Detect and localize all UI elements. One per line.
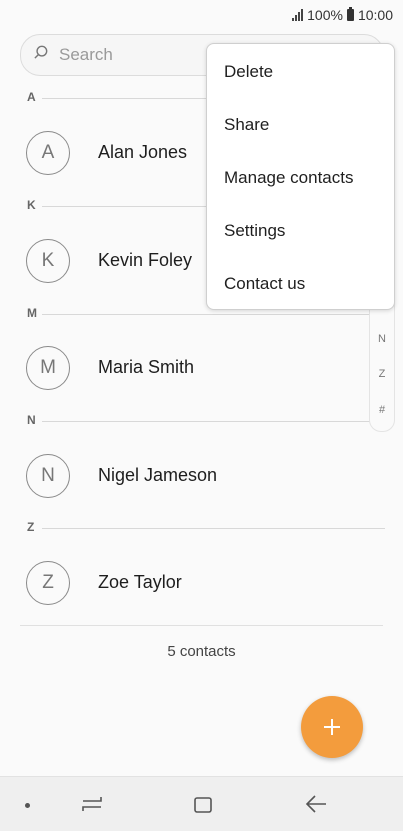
- section-letter: Z: [27, 520, 35, 534]
- section-divider: [42, 314, 385, 315]
- contact-name: Kevin Foley: [98, 250, 193, 270]
- section-letter: K: [27, 198, 36, 212]
- contact-row[interactable]: Z Zoe Taylor: [0, 553, 403, 613]
- back-icon[interactable]: [305, 794, 327, 814]
- add-contact-button[interactable]: [301, 696, 363, 758]
- recent-apps-icon[interactable]: [80, 795, 104, 813]
- menu-item-contact-us[interactable]: Contact us: [224, 274, 305, 294]
- nav-dot-icon[interactable]: [25, 803, 30, 808]
- status-bar: 100% 10:00: [0, 0, 403, 30]
- menu-item-manage-contacts[interactable]: Manage contacts: [224, 168, 353, 188]
- section-header-z: Z: [0, 520, 403, 537]
- section-header-m: M: [0, 306, 403, 323]
- section-letter: M: [27, 306, 37, 320]
- section-divider: [42, 528, 385, 529]
- contact-row[interactable]: N Nigel Jameson: [0, 446, 403, 506]
- avatar: M: [26, 346, 70, 390]
- avatar: A: [26, 131, 70, 175]
- list-end-divider: [20, 625, 383, 626]
- status-right: 100% 10:00: [292, 7, 393, 23]
- avatar: Z: [26, 561, 70, 605]
- menu-item-delete[interactable]: Delete: [224, 62, 273, 82]
- fast-scroll-letter[interactable]: Z: [370, 368, 394, 380]
- search-input[interactable]: Search: [59, 45, 113, 65]
- navigation-bar: [0, 776, 403, 831]
- contact-name: Nigel Jameson: [98, 465, 218, 485]
- menu-item-share[interactable]: Share: [224, 115, 269, 135]
- contact-name: Zoe Taylor: [98, 572, 182, 592]
- contact-name: Alan Jones: [98, 142, 188, 162]
- fast-scroll-letter[interactable]: N: [370, 333, 394, 345]
- fast-scroll-index[interactable]: N Z #: [369, 300, 395, 432]
- battery-icon: [346, 7, 354, 21]
- overflow-menu: Delete Share Manage contacts Settings Co…: [206, 43, 395, 310]
- fast-scroll-letter[interactable]: #: [370, 404, 394, 416]
- section-divider: [42, 421, 385, 422]
- search-icon: [34, 45, 48, 59]
- contact-count: 5 contacts: [167, 643, 236, 660]
- battery-percent: 100%: [307, 7, 343, 23]
- clock: 10:00: [357, 7, 393, 23]
- section-letter: N: [27, 413, 36, 427]
- contact-row[interactable]: M Maria Smith: [0, 338, 403, 398]
- signal-icon: [292, 9, 304, 21]
- section-header-n: N: [0, 413, 403, 430]
- avatar: K: [26, 239, 70, 283]
- contact-name: Maria Smith: [98, 357, 195, 377]
- avatar: N: [26, 454, 70, 498]
- section-letter: A: [27, 90, 36, 104]
- home-icon[interactable]: [194, 797, 212, 813]
- menu-item-settings[interactable]: Settings: [224, 221, 285, 241]
